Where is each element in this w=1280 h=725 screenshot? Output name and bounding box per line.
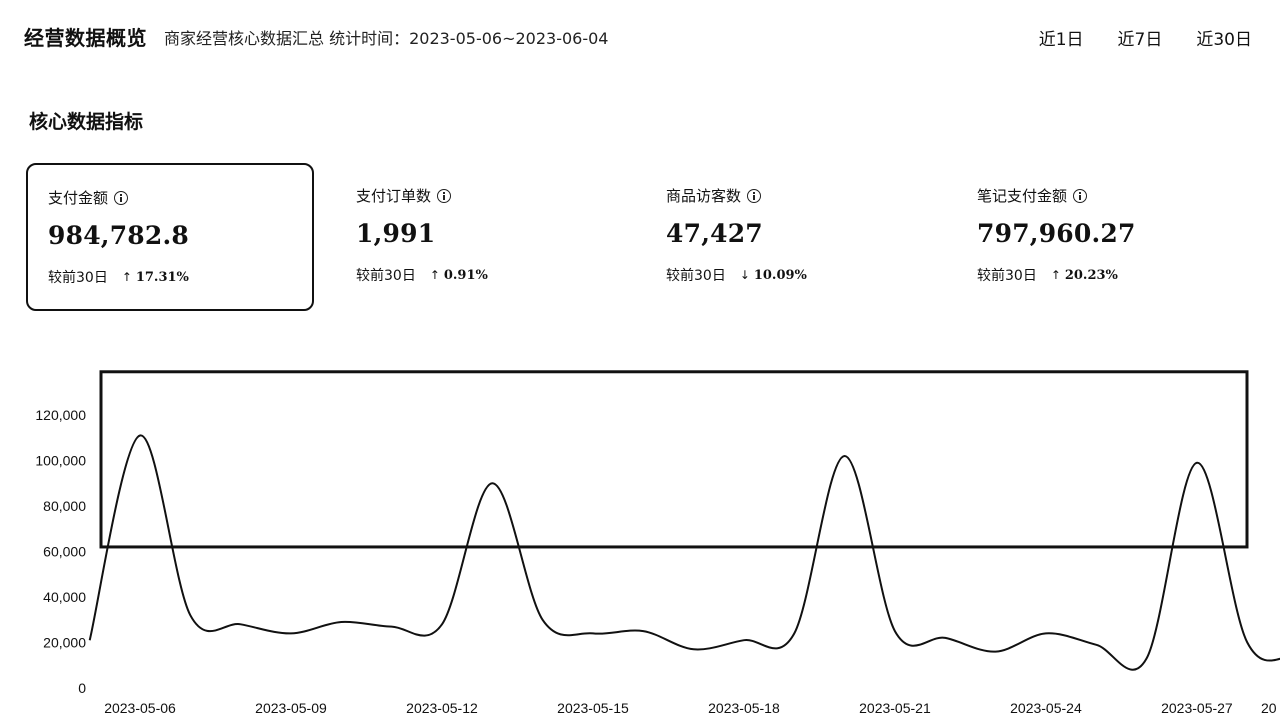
kpi-change-percent: 17.31%: [135, 269, 189, 285]
arrow-up-icon: ↑: [429, 268, 440, 282]
y-tick-label: 60,000: [43, 544, 86, 560]
y-tick-label: 0: [78, 680, 86, 696]
x-tick-label: 2023-05-15: [557, 700, 629, 716]
arrow-up-icon: ↑: [1050, 268, 1061, 282]
arrow-down-icon: ↓: [739, 268, 750, 282]
info-circle-icon[interactable]: [437, 188, 452, 203]
info-circle-icon[interactable]: [114, 190, 129, 205]
payment-trend-chart: 0 20,000 40,000 60,000 80,000 100,000 120,000 2…: [35, 370, 1280, 716]
kpi-compare-label: 较前30日: [977, 268, 1037, 284]
section-title: 核心数据指标: [29, 111, 144, 133]
y-tick-label: 40,000: [43, 589, 86, 605]
kpi-compare-label: 较前30日: [356, 268, 416, 284]
page-subtitle: 商家经营核心数据汇总 统计时间：2023-05-06~2023-06-04: [164, 29, 609, 48]
x-tick-label: 2023-05-27: [1161, 700, 1233, 716]
x-tick-label: 2023-05-12: [406, 700, 478, 716]
x-tick-label: 2023-05-24: [1010, 700, 1082, 716]
arrow-up-icon: ↑: [121, 270, 132, 284]
info-circle-icon[interactable]: [747, 188, 762, 203]
x-tick-label: 20: [1261, 700, 1277, 716]
kpi-value: 47,427: [666, 219, 763, 248]
y-tick-label: 80,000: [43, 498, 86, 514]
kpi-label: 支付金额: [48, 189, 109, 207]
kpi-label: 笔记支付金额: [977, 187, 1068, 205]
kpi-card-order-count[interactable]: 支付订单数 1,991 较前30日 ↑ 0.91%: [336, 163, 624, 311]
series-line: [88, 434, 1280, 671]
kpi-change-percent: 20.23%: [1064, 267, 1118, 283]
kpi-compare-label: 较前30日: [48, 270, 108, 286]
kpi-compare-label: 较前30日: [666, 268, 726, 284]
kpi-card-product-visitors[interactable]: 商品访客数 47,427 较前30日 ↓ 10.09%: [646, 163, 934, 311]
kpi-label: 支付订单数: [356, 187, 432, 205]
y-tick-label: 20,000: [43, 635, 86, 651]
page-title: 经营数据概览: [24, 26, 147, 50]
kpi-card-payment-amount[interactable]: 支付金额 984,782.8 较前30日 ↑ 17.31%: [26, 163, 314, 311]
kpi-label: 商品访客数: [666, 187, 742, 205]
x-tick-label: 2023-05-18: [708, 700, 780, 716]
tab-last-7-days[interactable]: 近7日: [1118, 25, 1163, 50]
highlight-box: [99, 370, 1249, 549]
y-tick-label: 100,000: [35, 453, 86, 469]
info-circle-icon[interactable]: [1073, 188, 1088, 203]
kpi-value: 1,991: [356, 219, 436, 248]
tab-last-1-day[interactable]: 近1日: [1039, 25, 1084, 50]
x-tick-label: 2023-05-21: [859, 700, 931, 716]
kpi-change-percent: 0.91%: [443, 267, 488, 283]
x-tick-label: 2023-05-06: [104, 700, 176, 716]
kpi-card-note-payment-amount[interactable]: 笔记支付金额 797,960.27 较前30日 ↑ 20.23%: [957, 163, 1245, 311]
kpi-change-percent: 10.09%: [753, 267, 807, 283]
x-tick-label: 2023-05-09: [255, 700, 327, 716]
kpi-value: 984,782.8: [48, 221, 189, 250]
date-range-tabs: 近1日 近7日 近30日: [1039, 25, 1252, 50]
tab-last-30-days[interactable]: 近30日: [1196, 25, 1252, 50]
kpi-value: 797,960.27: [977, 219, 1136, 248]
y-tick-label: 120,000: [35, 407, 86, 423]
